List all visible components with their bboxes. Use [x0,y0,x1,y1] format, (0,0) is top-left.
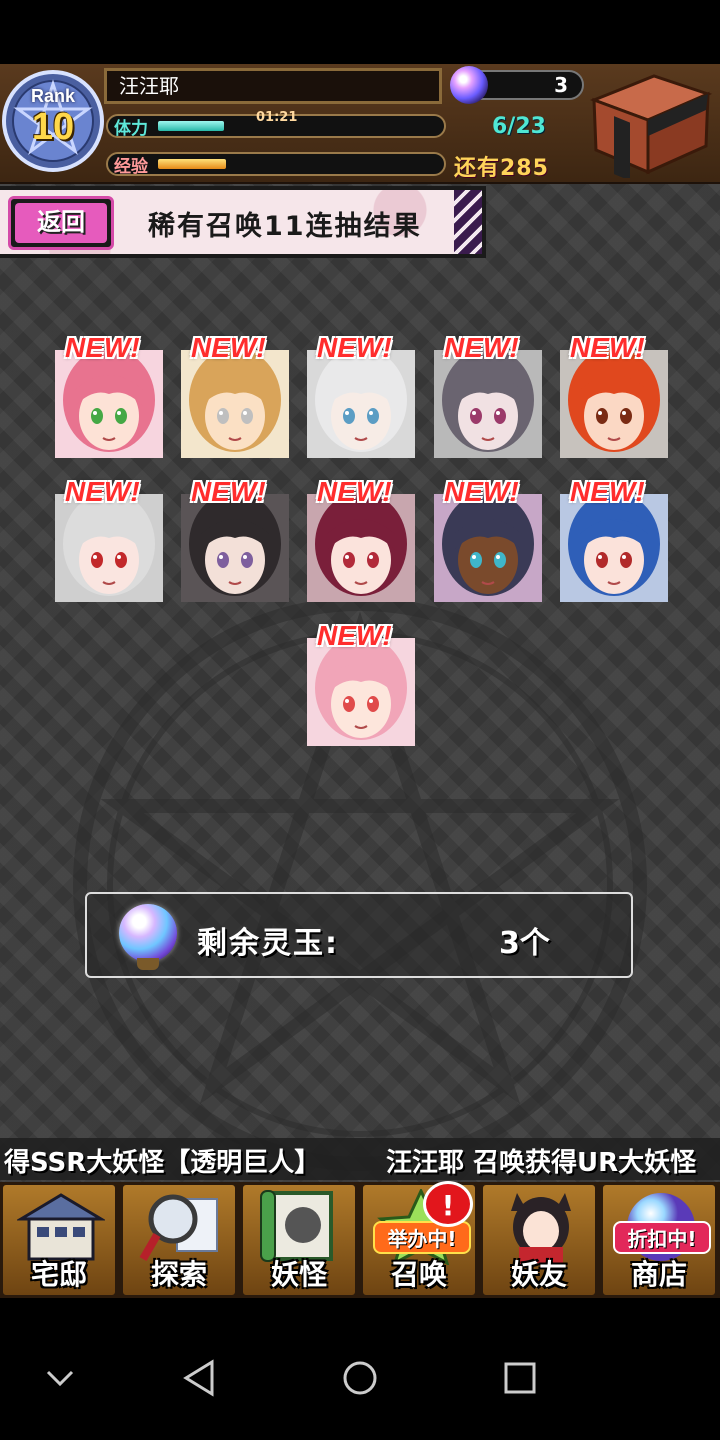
new-badge: NEW! [317,332,392,363]
nav-friends[interactable]: 妖友 [480,1182,598,1298]
result-card[interactable]: NEW! [181,322,289,464]
character-portrait [307,494,415,602]
new-badge: NEW! [444,476,519,507]
character-portrait [434,494,542,602]
new-badge: NEW! [570,332,645,363]
new-badge: NEW! [570,476,645,507]
character-portrait [55,350,163,458]
character-portrait [307,350,415,458]
nav-summon[interactable]: 举办中! ! 召唤 [360,1181,478,1298]
nav-shop[interactable]: 折扣中! 商店 [600,1182,718,1298]
news-ticker: 得SSR大妖怪【透明巨人】 汪汪耶 召唤获得UR大妖怪 [0,1138,720,1180]
home-circle-icon[interactable] [330,1348,390,1408]
result-card[interactable]: NEW! [307,466,415,608]
result-card[interactable]: NEW! [434,466,542,608]
orb-count: 3个 [499,926,550,961]
new-badge: NEW! [65,476,140,507]
result-card[interactable]: NEW! [307,610,415,752]
result-card[interactable]: NEW! [560,322,668,464]
new-badge: NEW! [317,620,392,651]
result-card[interactable]: NEW! [560,466,668,608]
chevron-down-icon[interactable] [30,1348,90,1408]
nav-label-house: 宅邸 [30,1258,87,1291]
bottom-nav: 宅邸 探索 妖怪 举办中! ! 召唤 妖友 折扣中! 商店 [0,1181,720,1298]
character-portrait [181,350,289,458]
ticker-text-right: 汪汪耶 召唤获得UR大妖怪 [386,1148,697,1178]
game-screen: Rank 10 汪汪耶 体力 01:21 经验 3 6/23 还有285 返回 … [0,64,720,1298]
status-bar [0,0,720,64]
result-card[interactable]: NEW! [434,322,542,464]
nav-house[interactable]: 宅邸 [0,1182,118,1298]
character-portrait [560,350,668,458]
new-badge: NEW! [65,332,140,363]
recents-square-icon[interactable] [490,1348,550,1408]
orb-label: 剩余灵玉: [197,926,339,961]
new-badge: NEW! [191,476,266,507]
summon-alert-badge: ! [423,1181,473,1227]
shop-discount-tag: 折扣中! [613,1221,711,1254]
character-portrait [307,638,415,746]
remaining-orb-panel: 剩余灵玉: 3个 [85,892,633,978]
spirit-orb-icon [119,904,177,970]
result-card[interactable]: NEW! [181,466,289,608]
character-portrait [55,494,163,602]
nav-label-yokai: 妖怪 [270,1258,327,1291]
result-card[interactable]: NEW! [55,322,163,464]
back-triangle-icon[interactable] [170,1348,230,1408]
new-badge: NEW! [444,332,519,363]
nav-label-summon: 召唤 [390,1258,447,1291]
character-portrait [181,494,289,602]
character-portrait [434,350,542,458]
android-navigation-bar [0,1298,720,1440]
nav-label-friends: 妖友 [510,1258,567,1291]
summon-event-tag: 举办中! [373,1221,471,1254]
summon-results: NEW! NEW! NEW! NEW! NEW! NEW! NEW! NEW! NEW! NEW!… [0,64,720,824]
result-card[interactable]: NEW! [55,466,163,608]
new-badge: NEW! [191,332,266,363]
nav-explore[interactable]: 探索 [120,1182,238,1298]
character-portrait [560,494,668,602]
nav-yokai[interactable]: 妖怪 [240,1182,358,1298]
result-card[interactable]: NEW! [307,322,415,464]
ticker-text-left: 得SSR大妖怪【透明巨人】 [4,1148,321,1178]
nav-label-shop: 商店 [630,1258,687,1291]
new-badge: NEW! [317,476,392,507]
nav-label-explore: 探索 [150,1258,207,1291]
